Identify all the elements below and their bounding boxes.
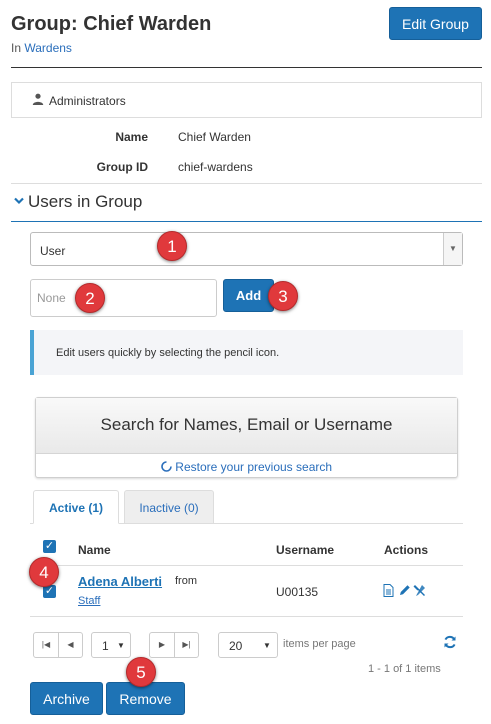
callout-badge-4: 4 xyxy=(29,557,59,587)
administrators-panel[interactable]: Administrators xyxy=(11,82,482,118)
prev-page-icon: ◀ xyxy=(67,640,74,649)
tab-active[interactable]: Active (1) xyxy=(33,490,119,524)
user-search-input[interactable] xyxy=(30,279,217,317)
last-page-button[interactable]: ▶| xyxy=(174,633,198,657)
pencil-icon[interactable] xyxy=(398,584,411,602)
info-text: Edit users quickly by selecting the penc… xyxy=(56,347,280,359)
select-all-checkbox[interactable]: ✓ xyxy=(43,540,56,553)
breadcrumb: In Wardens xyxy=(11,41,72,55)
group-id-value: chief-wardens xyxy=(178,160,253,174)
restore-search-link[interactable]: Restore your previous search xyxy=(175,460,332,474)
caret-down-icon: ▼ xyxy=(449,244,457,253)
items-per-page-value: 20 xyxy=(229,639,243,653)
tab-inactive-label: Inactive (0) xyxy=(139,501,199,515)
callout-badge-2: 2 xyxy=(75,283,105,313)
items-per-page-label: items per page xyxy=(283,638,356,650)
tools-icon[interactable] xyxy=(413,584,426,602)
table-header-divider xyxy=(30,565,463,566)
section-divider-bottom xyxy=(11,221,482,222)
select-arrow[interactable]: ▼ xyxy=(443,233,462,265)
user-name-link[interactable]: Adena Alberti xyxy=(78,574,162,589)
page-number-value: 1 xyxy=(102,639,109,653)
column-header-username[interactable]: Username xyxy=(276,543,334,557)
user-from-text: from xyxy=(175,575,197,587)
chevron-down-icon xyxy=(14,194,24,208)
refresh-icon[interactable] xyxy=(443,635,457,654)
add-user-button[interactable]: Add xyxy=(223,279,274,312)
administrators-label: Administrators xyxy=(49,94,126,108)
section-divider-top xyxy=(11,183,482,184)
table-row-divider xyxy=(30,616,463,617)
archive-button[interactable]: Archive xyxy=(30,682,103,715)
callout-badge-5: 5 xyxy=(126,657,156,687)
header-divider xyxy=(11,67,482,68)
member-type-value: User xyxy=(40,244,66,258)
page-number-select[interactable]: 1 ▼ xyxy=(91,632,131,658)
item-count-text: 1 - 1 of 1 items xyxy=(368,663,441,675)
breadcrumb-link-wardens[interactable]: Wardens xyxy=(24,41,72,55)
page-title: Group: Chief Warden xyxy=(11,13,212,35)
next-page-icon: ▶ xyxy=(158,640,166,649)
info-message: Edit users quickly by selecting the penc… xyxy=(30,330,463,375)
name-label: Name xyxy=(115,130,148,144)
last-page-icon: ▶| xyxy=(182,640,191,649)
users-in-group-title: Users in Group xyxy=(28,192,143,211)
breadcrumb-prefix: In xyxy=(11,41,22,55)
name-value: Chief Warden xyxy=(178,130,251,144)
search-button[interactable]: Search for Names, Email or Username xyxy=(36,398,457,454)
first-page-button[interactable]: |◀ xyxy=(34,633,58,657)
user-dept-link[interactable]: Staff xyxy=(78,595,100,607)
caret-down-icon: ▼ xyxy=(263,641,271,650)
remove-button[interactable]: Remove xyxy=(106,682,185,715)
callout-badge-3: 3 xyxy=(268,281,298,311)
member-type-select[interactable]: User ▼ xyxy=(30,232,463,266)
column-header-name[interactable]: Name xyxy=(78,543,111,557)
users-in-group-header[interactable]: Users in Group xyxy=(14,192,142,212)
pager-next-last: ▶ ▶| xyxy=(149,632,199,658)
tab-inactive[interactable]: Inactive (0) xyxy=(124,490,214,524)
callout-badge-1: 1 xyxy=(157,231,187,261)
group-id-label: Group ID xyxy=(96,160,148,174)
spinner-icon xyxy=(161,460,175,474)
document-icon[interactable] xyxy=(383,584,394,602)
items-per-page-select[interactable]: 20 ▼ xyxy=(218,632,278,658)
user-username: U00135 xyxy=(276,585,319,599)
tab-active-label: Active (1) xyxy=(48,501,104,515)
restore-search: Restore your previous search xyxy=(36,460,457,474)
first-page-icon: |◀ xyxy=(41,640,51,649)
edit-group-button[interactable]: Edit Group xyxy=(389,7,482,40)
caret-down-icon: ▼ xyxy=(117,641,125,650)
user-icon xyxy=(32,93,44,108)
search-panel: Search for Names, Email or Username Rest… xyxy=(35,397,458,478)
search-title: Search for Names, Email or Username xyxy=(100,415,393,434)
prev-page-button[interactable]: ◀ xyxy=(58,633,82,657)
column-header-actions: Actions xyxy=(384,543,429,557)
next-page-button[interactable]: ▶ xyxy=(150,633,174,657)
pager-first-prev: |◀ ◀ xyxy=(33,632,83,658)
